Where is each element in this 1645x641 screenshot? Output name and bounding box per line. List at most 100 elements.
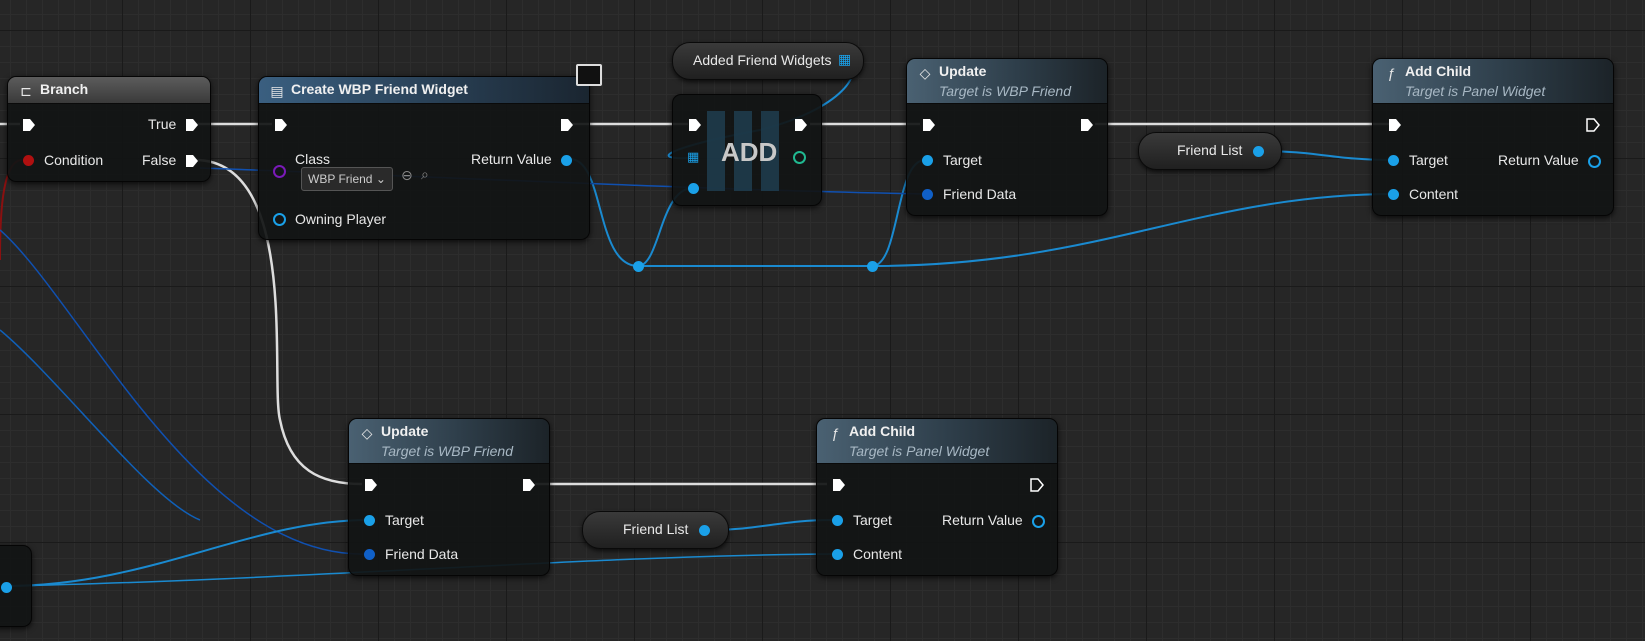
add-exec-out-pin[interactable] [793, 117, 809, 133]
widget-icon: ▤ [270, 83, 284, 99]
add-child-top-return-label: Return Value [1498, 152, 1579, 168]
class-dropdown-value: WBP Friend [308, 172, 373, 186]
function-icon: ƒ [1387, 65, 1395, 81]
add-child-top-exec-out-pin[interactable] [1585, 117, 1601, 133]
update-bottom-friend-data-pin[interactable] [364, 549, 375, 560]
add-child-bottom-return-label: Return Value [942, 512, 1023, 528]
wire-bottom-target [5, 519, 369, 587]
return-value-pin[interactable] [561, 155, 572, 166]
return-value-label: Return Value [471, 151, 552, 167]
wire-friend-data-bottom [0, 229, 369, 555]
reroute-node-1[interactable] [633, 261, 644, 272]
add-child-bottom-content-label: Content [853, 546, 903, 562]
event-diamond-icon: ◇ [361, 425, 373, 441]
update-top-exec-in-pin[interactable] [921, 117, 937, 133]
update-bottom-exec-out-pin[interactable] [521, 477, 537, 493]
update-top-target-label: Target [943, 152, 982, 168]
branch-false-label: False [142, 152, 177, 168]
array-grid-icon: ▦ [838, 51, 852, 67]
friend-list-bottom-label: Friend List [623, 521, 689, 537]
update-bottom-exec-in-pin[interactable] [363, 477, 379, 493]
create-exec-in-pin[interactable] [273, 117, 289, 133]
add-label: ADD [721, 137, 778, 167]
create-widget-header: ▤ Create WBP Friend Widget [259, 77, 589, 104]
add-child-bottom-subtitle: Target is Panel Widget [849, 443, 990, 459]
search-icon[interactable]: ⌕ [421, 166, 429, 183]
add-child-top-subtitle: Target is Panel Widget [1405, 83, 1546, 99]
condition-pin[interactable] [23, 155, 34, 166]
add-child-bottom-header: ƒ Add Child Target is Panel Widget [817, 419, 1057, 464]
class-pin[interactable] [273, 165, 286, 178]
wire-left-1 [0, 329, 201, 521]
update-top-title: Update [939, 63, 987, 79]
create-exec-out-pin[interactable] [559, 117, 575, 133]
owning-player-label: Owning Player [295, 211, 387, 227]
update-bottom-target-label: Target [385, 512, 424, 528]
add-child-bottom-title: Add Child [849, 423, 916, 439]
update-top-exec-out-pin[interactable] [1079, 117, 1095, 133]
owning-player-pin[interactable] [273, 213, 286, 226]
add-child-top-target-pin[interactable] [1388, 155, 1399, 166]
array-add-node[interactable]: ADD ▦ [672, 94, 822, 206]
function-icon: ƒ [831, 425, 839, 441]
add-child-top-return-pin[interactable] [1588, 155, 1601, 168]
friend-list-var-bottom[interactable]: Friend List [582, 511, 729, 549]
create-widget-title: Create WBP Friend Widget [291, 81, 468, 97]
add-child-top-exec-in-pin[interactable] [1387, 117, 1403, 133]
create-widget-node[interactable]: ▤ Create WBP Friend Widget Class WBP Fri… [258, 76, 590, 240]
update-bottom-target-pin[interactable] [364, 515, 375, 526]
reroute-node-2[interactable] [867, 261, 878, 272]
add-child-bottom-content-pin[interactable] [832, 549, 843, 560]
friend-list-bottom-pin[interactable] [699, 525, 710, 536]
branch-false-pin[interactable] [184, 153, 200, 169]
add-index-out-pin[interactable] [793, 151, 806, 164]
update-bottom-subtitle: Target is WBP Friend [381, 443, 514, 459]
add-child-top-content-label: Content [1409, 186, 1459, 202]
add-child-top-header: ƒ Add Child Target is Panel Widget [1373, 59, 1613, 104]
friend-list-top-pin[interactable] [1253, 146, 1264, 157]
branch-true-label: True [148, 116, 177, 132]
update-top-target-pin[interactable] [922, 155, 933, 166]
add-exec-in-pin[interactable] [687, 117, 703, 133]
chevron-down-icon: ⌄ [375, 172, 386, 186]
update-node-top[interactable]: ◇ Update Target is WBP Friend Target Fri… [906, 58, 1108, 216]
update-top-friend-data-label: Friend Data [943, 186, 1017, 202]
add-child-top-content-pin[interactable] [1388, 189, 1399, 200]
branch-header: ⊏ Branch [8, 77, 210, 104]
partial-node-left[interactable] [0, 545, 32, 627]
friend-list-var-top[interactable]: Friend List [1138, 132, 1282, 170]
monitor-icon [576, 64, 602, 86]
branch-icon: ⊏ [20, 83, 32, 99]
add-child-bottom-target-pin[interactable] [832, 515, 843, 526]
update-bottom-header: ◇ Update Target is WBP Friend [349, 419, 549, 464]
class-dropdown[interactable]: WBP Friend ⌄ [301, 167, 393, 191]
added-friend-widgets-label: Added Friend Widgets [693, 52, 832, 68]
branch-node[interactable]: ⊏ Branch True Condition False [7, 76, 211, 182]
added-friend-widgets-var[interactable]: Added Friend Widgets ▦ [672, 42, 864, 80]
update-top-header: ◇ Update Target is WBP Friend [907, 59, 1107, 104]
add-child-top-title: Add Child [1405, 63, 1472, 79]
add-child-bottom-exec-out-pin[interactable] [1029, 477, 1045, 493]
add-child-node-bottom[interactable]: ƒ Add Child Target is Panel Widget Targe… [816, 418, 1058, 576]
update-top-subtitle: Target is WBP Friend [939, 83, 1072, 99]
event-diamond-icon: ◇ [919, 65, 931, 81]
browse-arrow-icon[interactable]: ⊖ [401, 167, 413, 184]
add-child-bottom-target-label: Target [853, 512, 892, 528]
class-label: Class [295, 151, 331, 167]
update-bottom-title: Update [381, 423, 429, 439]
condition-label: Condition [44, 152, 104, 168]
add-child-bottom-return-pin[interactable] [1032, 515, 1045, 528]
branch-true-pin[interactable] [184, 117, 200, 133]
add-child-top-target-label: Target [1409, 152, 1448, 168]
branch-title: Branch [40, 81, 89, 97]
update-top-friend-data-pin[interactable] [922, 189, 933, 200]
add-child-bottom-exec-in-pin[interactable] [831, 477, 847, 493]
add-child-node-top[interactable]: ƒ Add Child Target is Panel Widget Targe… [1372, 58, 1614, 216]
array-grid-icon[interactable]: ▦ [687, 149, 699, 165]
branch-exec-in-pin[interactable] [21, 117, 37, 133]
update-node-bottom[interactable]: ◇ Update Target is WBP Friend Target Fri… [348, 418, 550, 576]
partial-node-out-pin[interactable] [1, 582, 12, 593]
friend-list-top-label: Friend List [1177, 142, 1243, 158]
add-item-pin[interactable] [688, 183, 699, 194]
update-bottom-friend-data-label: Friend Data [385, 546, 459, 562]
